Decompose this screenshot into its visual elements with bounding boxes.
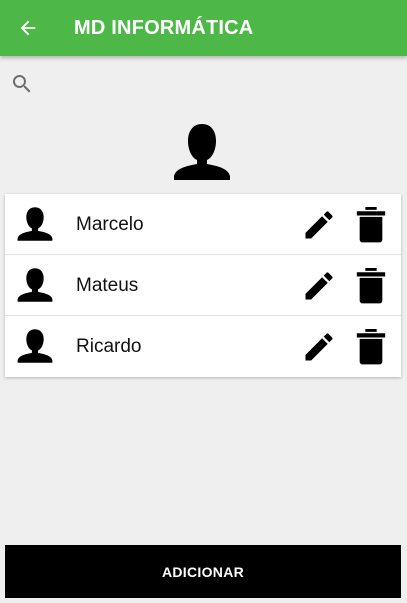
- back-button[interactable]: [8, 8, 48, 48]
- delete-button[interactable]: [352, 204, 390, 244]
- contact-name: Ricardo: [76, 336, 142, 357]
- list-item[interactable]: Ricardo: [5, 316, 401, 377]
- edit-button[interactable]: [300, 267, 338, 305]
- add-button[interactable]: ADICIONAR: [5, 545, 401, 598]
- contact-list: Marcelo Mateus Ricardo: [5, 194, 401, 377]
- contact-name: Mateus: [76, 275, 139, 296]
- header-avatar: [170, 120, 234, 184]
- contact-avatar: [15, 206, 55, 242]
- pencil-icon: [305, 272, 333, 300]
- list-item[interactable]: Marcelo: [5, 194, 401, 255]
- person-icon: [174, 124, 230, 180]
- trash-icon: [356, 207, 386, 243]
- person-icon: [17, 207, 53, 241]
- list-item[interactable]: Mateus: [5, 255, 401, 316]
- search-icon: [13, 75, 31, 93]
- app-title: MD INFORMÁTICA: [74, 17, 254, 39]
- delete-button[interactable]: [352, 326, 390, 366]
- person-icon: [17, 329, 53, 363]
- contact-avatar: [15, 328, 55, 364]
- contact-avatar: [15, 267, 55, 303]
- edit-button[interactable]: [300, 206, 338, 244]
- pencil-icon: [305, 211, 333, 239]
- pencil-icon: [305, 333, 333, 361]
- search-button[interactable]: [6, 68, 38, 100]
- trash-icon: [356, 268, 386, 304]
- contact-name: Marcelo: [76, 214, 144, 235]
- app-bar: MD INFORMÁTICA: [0, 0, 407, 56]
- delete-button[interactable]: [352, 265, 390, 305]
- trash-icon: [356, 329, 386, 365]
- person-icon: [17, 268, 53, 302]
- edit-button[interactable]: [300, 328, 338, 366]
- arrow-left-icon: [20, 20, 36, 36]
